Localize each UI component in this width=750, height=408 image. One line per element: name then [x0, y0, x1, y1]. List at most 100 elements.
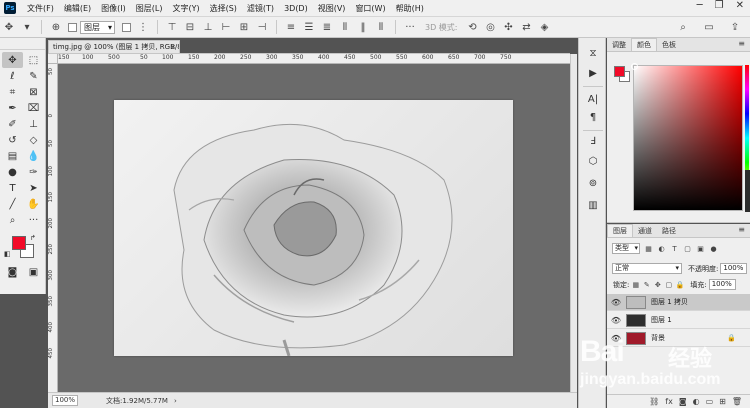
eraser-tool-icon[interactable]: ◇: [23, 132, 44, 148]
delete-layer-icon[interactable]: 🗑: [732, 397, 742, 406]
link-layers-icon[interactable]: ⛓: [649, 397, 659, 406]
align-vcenter-icon[interactable]: ⊟: [183, 20, 197, 34]
character-icon[interactable]: A|: [586, 92, 600, 106]
swap-colors-icon[interactable]: ↱: [30, 234, 36, 242]
tab-swatches[interactable]: 色板: [657, 39, 681, 51]
layer-style-icon[interactable]: fx: [665, 397, 673, 406]
stamp-tool-icon[interactable]: ⊥: [23, 116, 44, 132]
foreground-color-swatch[interactable]: [12, 236, 26, 250]
lock-paint-icon[interactable]: ✎: [642, 281, 651, 289]
tab-channels[interactable]: 通道: [633, 225, 657, 237]
menu-type[interactable]: 文字(Y): [167, 3, 204, 14]
pen-tool-icon[interactable]: ✑: [23, 164, 44, 180]
close-icon[interactable]: ✕: [736, 0, 744, 11]
zoom-field[interactable]: 100%: [52, 395, 78, 406]
document-tab[interactable]: timg.jpg @ 100% (图层 1 拷贝, RGB/8#) * ×: [48, 40, 180, 54]
zoom-tool-icon[interactable]: ⌕: [2, 212, 23, 228]
align-left-icon[interactable]: ⊢: [219, 20, 233, 34]
distribute-left-icon[interactable]: ⦀: [338, 20, 352, 34]
lock-position-icon[interactable]: ✥: [653, 281, 662, 289]
move-tool-icon[interactable]: ✥: [2, 20, 16, 34]
minimize-icon[interactable]: ─: [697, 0, 703, 11]
filter-toggle-icon[interactable]: ●: [709, 244, 718, 253]
blend-mode-select[interactable]: 正常: [612, 263, 682, 274]
auto-select-icon[interactable]: ⊕: [49, 20, 63, 34]
horizontal-ruler[interactable]: 150 100 50 0 50 100 150 200 250 300 350 …: [58, 54, 570, 64]
align-hcenter-icon[interactable]: ⊞: [237, 20, 251, 34]
move-tool-icon[interactable]: ✥: [2, 52, 23, 68]
panel-menu-icon[interactable]: ≡: [738, 39, 745, 48]
drag-3d-icon[interactable]: ✣: [502, 20, 516, 34]
marquee-tool-icon[interactable]: ⬚: [23, 52, 44, 68]
panel-menu-icon[interactable]: ≡: [738, 225, 745, 234]
menu-help[interactable]: 帮助(H): [391, 3, 429, 14]
menu-image[interactable]: 图像(I): [96, 3, 131, 14]
actions-icon[interactable]: ▶: [586, 66, 600, 80]
glyphs-icon[interactable]: Ⅎ: [586, 134, 600, 148]
layer-row[interactable]: 👁 图层 1 拷贝: [607, 294, 750, 311]
lock-all-icon[interactable]: 🔒: [675, 281, 685, 289]
panel-scrollbar-thumb[interactable]: [745, 170, 750, 212]
more-tools-icon[interactable]: ···: [23, 212, 44, 228]
adjustment-layer-icon[interactable]: ◐: [693, 397, 700, 406]
distribute-bottom-icon[interactable]: ≣: [320, 20, 334, 34]
lasso-tool-icon[interactable]: ℓ: [2, 68, 23, 84]
libraries-icon[interactable]: ▥: [586, 198, 600, 212]
fill-input[interactable]: 100%: [708, 279, 736, 290]
slide-3d-icon[interactable]: ⇄: [520, 20, 534, 34]
new-layer-icon[interactable]: ⊞: [719, 397, 726, 406]
type-tool-icon[interactable]: T: [2, 180, 23, 196]
tab-paths[interactable]: 路径: [657, 225, 681, 237]
blur-tool-icon[interactable]: 💧: [23, 148, 44, 164]
visibility-eye-icon[interactable]: 👁: [610, 334, 622, 343]
eyedropper-tool-icon[interactable]: ✒: [2, 100, 23, 116]
frame-tool-icon[interactable]: ⊠: [23, 84, 44, 100]
history-icon[interactable]: ⧖: [586, 46, 600, 60]
filter-type-icon[interactable]: T: [670, 244, 679, 253]
color-picker-marker[interactable]: [631, 63, 638, 70]
menu-filter[interactable]: 滤镜(T): [242, 3, 279, 14]
brush-tool-icon[interactable]: ✐: [2, 116, 23, 132]
filter-pixel-icon[interactable]: ▦: [644, 244, 653, 253]
distribute-vcenter-icon[interactable]: ☰: [302, 20, 316, 34]
properties-icon[interactable]: ⊚: [586, 176, 600, 190]
layer-mask-icon[interactable]: ◙: [679, 397, 687, 406]
line-tool-icon[interactable]: ╱: [2, 196, 23, 212]
3d-icon[interactable]: ⬡: [586, 154, 600, 168]
tab-color[interactable]: 颜色: [631, 38, 657, 51]
filter-adjustment-icon[interactable]: ◐: [657, 244, 666, 253]
filter-smart-icon[interactable]: ▣: [696, 244, 705, 253]
path-select-tool-icon[interactable]: ➤: [23, 180, 44, 196]
visibility-eye-icon[interactable]: 👁: [610, 298, 622, 307]
canvas-area[interactable]: [58, 64, 570, 392]
crop-tool-icon[interactable]: ⌗: [2, 84, 23, 100]
history-brush-tool-icon[interactable]: ↺: [2, 132, 23, 148]
restore-icon[interactable]: ❐: [715, 0, 724, 11]
menu-file[interactable]: 文件(F): [22, 3, 59, 14]
hand-tool-icon[interactable]: ✋: [23, 196, 44, 212]
menu-layer[interactable]: 图层(L): [131, 3, 168, 14]
screen-mode-icon[interactable]: ▣: [23, 264, 44, 280]
dodge-tool-icon[interactable]: ●: [2, 164, 23, 180]
document-image[interactable]: [114, 100, 513, 356]
vertical-ruler[interactable]: 50 0 50 100 150 200 250 300 350 400 450: [48, 64, 58, 392]
quick-mask-icon[interactable]: ◙: [2, 264, 23, 280]
scale-3d-icon[interactable]: ◈: [538, 20, 552, 34]
auto-select-checkbox[interactable]: [68, 22, 77, 32]
distribute-right-icon[interactable]: ⫴: [374, 20, 388, 34]
healing-brush-tool-icon[interactable]: ⌧: [23, 100, 44, 116]
ruler-origin[interactable]: [48, 54, 58, 64]
share-icon[interactable]: ⇪: [728, 20, 742, 34]
align-top-icon[interactable]: ⊤: [165, 20, 179, 34]
menu-3d[interactable]: 3D(D): [279, 4, 313, 13]
color-picker-field[interactable]: [631, 63, 743, 211]
foreground-color-swatch[interactable]: [614, 66, 625, 77]
align-right-icon[interactable]: ⊣: [255, 20, 269, 34]
search-icon[interactable]: ⌕: [676, 20, 690, 34]
vertical-scrollbar[interactable]: [570, 54, 577, 392]
filter-shape-icon[interactable]: ▢: [683, 244, 692, 253]
align-bottom-icon[interactable]: ⊥: [201, 20, 215, 34]
distribute-hcenter-icon[interactable]: ‖: [356, 20, 370, 34]
transform-grid-icon[interactable]: ⋮: [136, 20, 150, 34]
lock-pixels-icon[interactable]: ▦: [631, 281, 640, 289]
